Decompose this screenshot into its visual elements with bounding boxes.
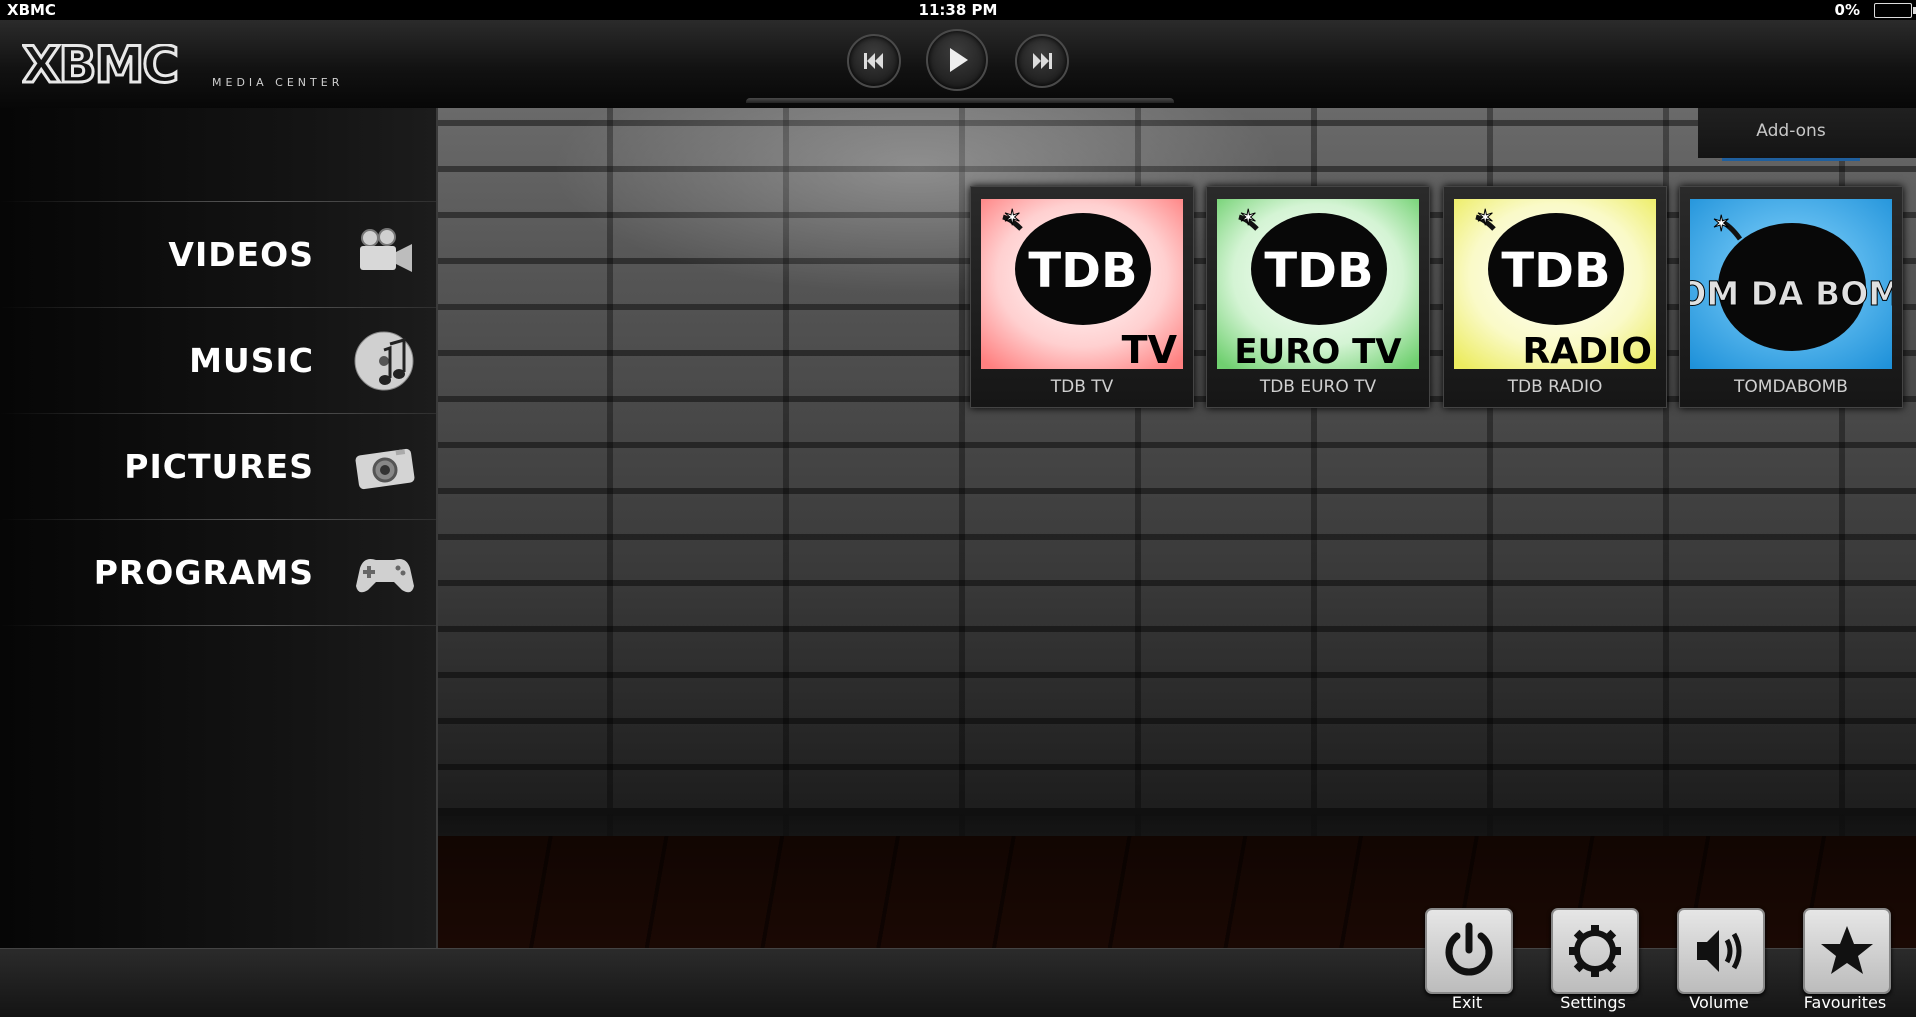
- gear-icon: [1569, 925, 1621, 977]
- menu-item-pictures[interactable]: PICTURES: [0, 414, 436, 519]
- transport-indicator: [746, 98, 1174, 103]
- menu-divider: [0, 625, 436, 626]
- addon-title: TDB EURO TV: [1259, 377, 1377, 397]
- top-bar: XBMC MEDIA CENTER: [0, 20, 1916, 109]
- star-icon: [1821, 926, 1873, 974]
- favourites-button[interactable]: [1803, 908, 1891, 994]
- thumbnail-text-top: TDB: [1501, 243, 1610, 299]
- clock: 11:38 PM: [918, 1, 998, 19]
- submenu-bar: Add-ons: [1698, 108, 1916, 161]
- menu-item-videos[interactable]: VIDEOS: [0, 202, 436, 307]
- addon-thumbnail: ✶ TDB RADIO: [1454, 199, 1656, 369]
- status-bar: XBMC 11:38 PM 0%: [0, 0, 1916, 20]
- music-disc-icon: [354, 331, 414, 391]
- logo-subtitle: MEDIA CENTER: [212, 76, 343, 89]
- addon-tile[interactable]: ✶ TOM DA BOMB TOMDABOMB: [1679, 186, 1903, 408]
- speaker-icon: [1697, 930, 1742, 972]
- skip-forward-icon: [1033, 53, 1052, 69]
- menu-item-label: PICTURES: [124, 447, 314, 486]
- next-button[interactable]: [1015, 34, 1069, 88]
- addon-tile[interactable]: ✶ TDB TV TDB TV: [970, 186, 1194, 408]
- menu-item-label: MUSIC: [189, 341, 314, 380]
- menu-item-label: VIDEOS: [168, 235, 314, 274]
- power-icon: [1445, 922, 1493, 976]
- addon-thumbnail: ✶ TOM DA BOMB: [1690, 199, 1892, 369]
- spark-icon: ✶: [1712, 212, 1730, 237]
- menu-item-programs[interactable]: PROGRAMS: [0, 520, 436, 625]
- thumbnail-text-bottom: RADIO: [1523, 331, 1652, 369]
- spark-icon: ✶: [1476, 206, 1494, 231]
- photo-camera-icon: [355, 448, 415, 490]
- skip-back-icon: [864, 53, 883, 69]
- film-camera-icon: [360, 228, 412, 272]
- thumbnail-text-top: TDB: [1028, 243, 1137, 299]
- exit-button[interactable]: [1425, 908, 1513, 994]
- spark-icon: ✶: [1239, 206, 1257, 231]
- addon-tile[interactable]: ✶ TDB EURO TV TDB EURO TV: [1206, 186, 1430, 408]
- addon-thumbnail: ✶ TDB TV: [981, 199, 1183, 369]
- previous-button[interactable]: [847, 34, 901, 88]
- addon-thumbnail: ✶ TDB EURO TV: [1217, 199, 1419, 369]
- settings-label: Settings: [1560, 993, 1626, 1012]
- tab-add-ons[interactable]: Add-ons: [1722, 108, 1860, 161]
- volume-label: Volume: [1689, 993, 1749, 1012]
- play-icon: [950, 48, 968, 72]
- addon-title: TDB RADIO: [1507, 377, 1603, 397]
- volume-button[interactable]: [1677, 908, 1765, 994]
- addon-title: TDB TV: [1050, 377, 1114, 397]
- gamepad-icon: [356, 559, 414, 593]
- settings-button[interactable]: [1551, 908, 1639, 994]
- addon-tile[interactable]: ✶ TDB RADIO TDB RADIO: [1443, 186, 1667, 408]
- thumbnail-text-bottom: EURO TV: [1234, 332, 1402, 369]
- spark-icon: ✶: [1003, 206, 1021, 231]
- logo-wordmark: XBMC: [22, 44, 177, 94]
- menu-item-label: PROGRAMS: [93, 553, 314, 592]
- addon-title: TOMDABOMB: [1734, 377, 1848, 397]
- thumbnail-text-bottom: TV: [1122, 328, 1178, 369]
- menu-item-music[interactable]: MUSIC: [0, 308, 436, 413]
- thumbnail-text-top: TOM DA BOMB: [1690, 274, 1892, 313]
- exit-label: Exit: [1451, 993, 1483, 1012]
- main-menu: VIDEOS MUSIC PICTURES PROGRAMS: [0, 108, 438, 948]
- thumbnail-text-top: TDB: [1264, 243, 1373, 299]
- battery-icon: [1874, 3, 1916, 18]
- favourites-label: Favourites: [1803, 993, 1887, 1012]
- xbmc-logo: XBMC MEDIA CENTER: [21, 35, 367, 98]
- play-button[interactable]: [926, 29, 988, 91]
- battery-percent: 0%: [1834, 1, 1860, 19]
